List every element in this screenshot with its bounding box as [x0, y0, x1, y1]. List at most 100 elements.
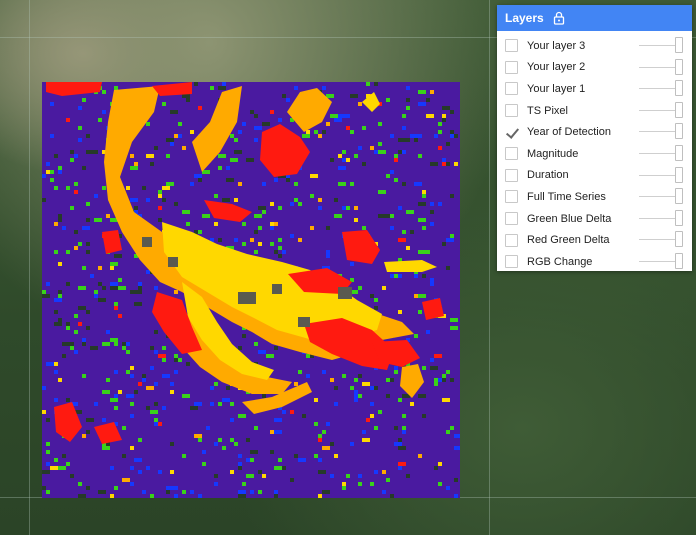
slider-handle[interactable]: [675, 101, 683, 118]
overlay-pixel: [166, 138, 170, 142]
overlay-pixel: [350, 442, 354, 446]
year-of-detection-overlay[interactable]: [42, 82, 460, 498]
layer-visibility-checkbox[interactable]: [505, 104, 518, 118]
layer-row[interactable]: Green Blue Delta: [497, 208, 692, 230]
overlay-pixel: [254, 214, 262, 218]
layer-opacity-slider[interactable]: [639, 231, 683, 248]
overlay-pixel: [42, 486, 46, 490]
slider-handle[interactable]: [675, 80, 683, 97]
overlay-pixel: [382, 490, 386, 494]
overlay-pixel: [274, 346, 278, 350]
overlay-pixel: [342, 486, 346, 490]
layer-row[interactable]: Your layer 1: [497, 78, 692, 100]
layer-opacity-slider[interactable]: [639, 123, 683, 140]
overlay-pixel: [66, 186, 70, 190]
overlay-pixel: [126, 350, 130, 354]
layer-row[interactable]: TS Pixel: [497, 100, 692, 122]
layer-visibility-checkbox[interactable]: [505, 168, 518, 182]
layer-visibility-checkbox[interactable]: [505, 125, 518, 139]
overlay-pixel: [310, 194, 314, 198]
slider-handle[interactable]: [675, 58, 683, 75]
slider-handle[interactable]: [675, 209, 683, 226]
overlay-pixel: [262, 182, 266, 186]
overlay-pixel: [78, 106, 82, 110]
layer-visibility-checkbox[interactable]: [505, 147, 518, 161]
layer-visibility-checkbox[interactable]: [505, 212, 518, 226]
overlay-pixel: [134, 166, 138, 170]
layer-opacity-slider[interactable]: [639, 252, 683, 269]
layer-row[interactable]: Your layer 2: [497, 57, 692, 79]
overlay-pixel: [170, 142, 174, 146]
slider-handle[interactable]: [675, 166, 683, 183]
overlay-pixel: [94, 294, 98, 298]
layer-row[interactable]: RGB Change: [497, 251, 692, 273]
layer-row[interactable]: Duration: [497, 165, 692, 187]
layer-opacity-slider[interactable]: [639, 188, 683, 205]
slider-handle[interactable]: [675, 144, 683, 161]
overlay-pixel: [42, 198, 46, 202]
layer-row[interactable]: Full Time Series: [497, 186, 692, 208]
overlay-pixel: [130, 414, 134, 418]
orange-patch: [400, 364, 424, 398]
overlay-pixel: [398, 398, 402, 402]
layer-opacity-slider[interactable]: [639, 144, 683, 161]
layer-opacity-slider[interactable]: [639, 166, 683, 183]
overlay-pixel: [322, 430, 326, 434]
slider-handle[interactable]: [675, 252, 683, 269]
overlay-pixel: [110, 494, 114, 498]
lock-icon[interactable]: [553, 11, 565, 25]
overlay-pixel: [398, 466, 402, 470]
overlay-pixel: [370, 386, 374, 390]
layers-panel-header[interactable]: Layers: [497, 5, 692, 31]
layer-row[interactable]: Red Green Delta: [497, 229, 692, 251]
slider-handle[interactable]: [675, 188, 683, 205]
overlay-pixel: [46, 462, 50, 466]
overlay-pixel: [442, 106, 450, 110]
layer-visibility-checkbox[interactable]: [505, 60, 518, 74]
layer-visibility-checkbox[interactable]: [505, 190, 518, 204]
overlay-pixel: [310, 226, 314, 230]
slider-handle[interactable]: [675, 123, 683, 140]
layer-opacity-slider[interactable]: [639, 101, 683, 118]
overlay-pixel: [270, 222, 274, 226]
layer-row[interactable]: Your layer 3: [497, 35, 692, 57]
overlay-pixel: [346, 206, 350, 210]
overlay-pixel: [434, 382, 438, 386]
layer-opacity-slider[interactable]: [639, 209, 683, 226]
slider-handle[interactable]: [675, 231, 683, 248]
overlay-pixel: [158, 470, 162, 474]
overlay-pixel: [86, 418, 94, 422]
overlay-pixel: [82, 98, 86, 102]
layer-visibility-checkbox[interactable]: [505, 255, 518, 269]
overlay-pixel: [398, 462, 406, 466]
slider-handle[interactable]: [675, 37, 683, 53]
overlay-pixel: [422, 274, 426, 278]
overlay-pixel: [238, 490, 246, 494]
overlay-pixel: [430, 210, 434, 214]
overlay-pixel: [278, 458, 282, 462]
overlay-pixel: [430, 282, 434, 286]
overlay-pixel: [358, 482, 362, 486]
overlay-pixel: [378, 122, 382, 126]
layer-visibility-checkbox[interactable]: [505, 82, 518, 96]
overlay-pixel: [362, 430, 366, 434]
layer-visibility-checkbox[interactable]: [505, 39, 518, 53]
layer-row[interactable]: Magnitude: [497, 143, 692, 165]
overlay-pixel: [62, 342, 70, 346]
overlay-pixel: [250, 490, 254, 494]
layer-visibility-checkbox[interactable]: [505, 233, 518, 247]
layer-opacity-slider[interactable]: [639, 80, 683, 97]
overlay-pixel: [398, 238, 406, 242]
overlay-pixel: [334, 198, 338, 202]
layer-row[interactable]: Year of Detection: [497, 121, 692, 143]
layer-opacity-slider[interactable]: [639, 37, 683, 53]
overlay-pixel: [278, 206, 282, 210]
overlay-pixel: [342, 150, 346, 154]
overlay-pixel: [162, 358, 166, 362]
overlay-pixel: [182, 94, 190, 98]
overlay-pixel: [158, 194, 162, 198]
overlay-pixel: [98, 298, 106, 302]
overlay-pixel: [226, 166, 230, 170]
layer-opacity-slider[interactable]: [639, 58, 683, 75]
overlay-pixel: [78, 482, 82, 486]
